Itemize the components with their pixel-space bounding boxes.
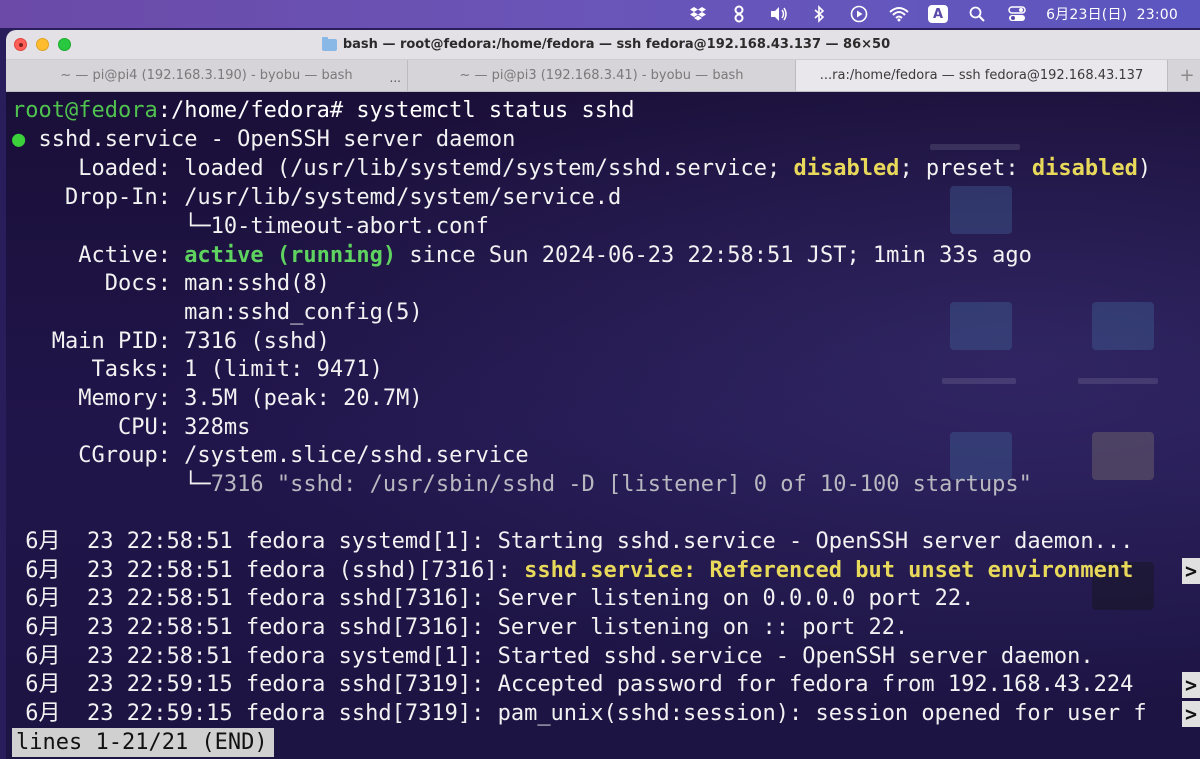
loaded-label: Loaded:: [12, 156, 185, 181]
tab-label: ~ — pi@pi4 (192.168.3.190) - byobu — bas…: [60, 68, 353, 83]
minimize-button[interactable]: [36, 38, 49, 51]
volume-icon[interactable]: [768, 5, 790, 23]
prompt-path: :/home/fedora: [157, 98, 330, 123]
tab-bar: ~ — pi@pi4 (192.168.3.190) - byobu — bas…: [6, 60, 1200, 92]
line-overflow-marker: >: [1182, 558, 1200, 584]
cpu-line: CPU: 328ms: [12, 415, 251, 440]
active-value: active (running): [184, 243, 397, 268]
line-overflow-marker: >: [1182, 672, 1200, 698]
gear-stack-icon[interactable]: [728, 5, 750, 23]
log-prefix: 6月 23 22:58:51 fedora (sshd)[7316]:: [12, 558, 525, 583]
log-line: 6月 23 22:58:51 fedora sshd[7316]: Server…: [12, 615, 909, 640]
mainpid-line: Main PID: 7316 (sshd): [12, 329, 330, 354]
menubar-clock[interactable]: 6月23日(日) 23:00: [1046, 4, 1178, 24]
desktop-label: [930, 144, 1020, 150]
loaded-mid: ; preset:: [899, 156, 1032, 181]
service-name: sshd.service - OpenSSH server daemon: [25, 127, 516, 152]
cgroup-line: CGroup: /system.slice/sshd.service: [12, 443, 529, 468]
loaded-disabled: disabled: [793, 156, 900, 181]
window-title: bash — root@fedora:/home/fedora — ssh fe…: [6, 36, 1200, 52]
active-label: Active:: [12, 243, 185, 268]
prompt-line: root@fedora:/home/fedora# systemctl stat…: [12, 96, 635, 125]
log-line: 6月 23 22:59:15 fedora sshd[7319]: pam_un…: [12, 701, 1147, 726]
log-warning: sshd.service: Referenced but unset envir…: [524, 558, 1134, 583]
menubar-time: 23:00: [1136, 7, 1178, 23]
menu-bar: A 6月23日(日) 23:00: [0, 0, 1200, 28]
service-line: ● sshd.service - OpenSSH server daemon: [12, 125, 515, 154]
docs-line: Docs: man:sshd(8): [12, 271, 330, 296]
desktop-folder-icon: [1092, 302, 1154, 350]
window-controls: [14, 38, 71, 51]
tab-fedora-active[interactable]: ...ra:/home/fedora — ssh fedora@192.168.…: [796, 60, 1168, 91]
cgroup-tree-glyph: └─: [12, 472, 211, 497]
active-rest: since Sun 2024-06-23 22:58:51 JST; 1min …: [396, 243, 1032, 268]
bluetooth-icon[interactable]: [808, 5, 830, 23]
new-tab-button[interactable]: +: [1168, 60, 1200, 91]
terminal-output[interactable]: root@fedora:/home/fedora# systemctl stat…: [6, 92, 1200, 759]
status-dot-icon: ●: [12, 127, 26, 152]
pager-status: lines 1-21/21 (END): [12, 728, 274, 757]
zoom-button[interactable]: [58, 38, 71, 51]
tasks-line: Tasks: 1 (limit: 9471): [12, 357, 383, 382]
prompt-command: # systemctl status sshd: [329, 98, 635, 123]
input-source-icon[interactable]: A: [928, 5, 949, 23]
log-line: 6月 23 22:58:51 fedora (sshd)[7316]: sshd…: [12, 556, 1133, 585]
loaded-end: ): [1137, 156, 1152, 181]
memory-line: Memory: 3.5M (peak: 20.7M): [12, 386, 423, 411]
cgroup-process: 7316 "sshd: /usr/sbin/sshd -D [listener]…: [210, 472, 1032, 497]
tab-pi4[interactable]: ~ — pi@pi4 (192.168.3.190) - byobu — bas…: [6, 60, 408, 91]
desktop-folder-icon: [950, 186, 1012, 234]
search-icon[interactable]: [966, 5, 988, 23]
tab-overflow-dots: ...: [389, 71, 401, 85]
folder-icon: [321, 36, 337, 51]
line-overflow-marker: >: [1182, 701, 1200, 727]
tab-label: ...ra:/home/fedora — ssh fedora@192.168.…: [819, 68, 1144, 83]
wifi-icon[interactable]: [888, 5, 910, 23]
title-bar[interactable]: bash — root@fedora:/home/fedora — ssh fe…: [6, 30, 1200, 60]
desktop-label: [942, 378, 1016, 384]
prompt-user: root@fedora: [12, 98, 158, 123]
control-center-icon[interactable]: [1006, 5, 1028, 23]
dropbox-icon[interactable]: [688, 5, 710, 23]
menubar-date: 6月23日(日): [1046, 7, 1128, 23]
play-icon[interactable]: [848, 5, 870, 23]
loaded-preset: disabled: [1031, 156, 1138, 181]
loaded-value: loaded (/usr/lib/systemd/system/sshd.ser…: [184, 156, 794, 181]
dropin-sub-line: └─10-timeout-abort.conf: [12, 214, 489, 239]
docs-line-2: man:sshd_config(5): [12, 300, 423, 325]
log-line: 6月 23 22:58:51 fedora sshd[7316]: Server…: [12, 586, 975, 611]
loaded-line: Loaded: loaded (/usr/lib/systemd/system/…: [12, 154, 1151, 183]
dropin-label: Drop-In:: [12, 185, 185, 210]
cgroup-sub-line: └─7316 "sshd: /usr/sbin/sshd -D [listene…: [12, 470, 1032, 499]
desktop-file-icon: [1092, 432, 1154, 480]
tab-label: ~ — pi@pi3 (192.168.3.41) - byobu — bash: [459, 68, 744, 83]
desktop-label: [1078, 378, 1158, 384]
log-line: 6月 23 22:58:51 fedora systemd[1]: Starte…: [12, 644, 1094, 669]
log-line: 6月 23 22:58:51 fedora systemd[1]: Starti…: [12, 529, 1134, 554]
desktop-folder-icon: [950, 302, 1012, 350]
dropin-line: Drop-In: /usr/lib/systemd/system/service…: [12, 183, 621, 212]
tab-pi3[interactable]: ~ — pi@pi3 (192.168.3.41) - byobu — bash: [408, 60, 796, 91]
terminal-window: bash — root@fedora:/home/fedora — ssh fe…: [6, 30, 1200, 759]
close-button[interactable]: [14, 38, 27, 51]
dropin-value: /usr/lib/systemd/system/service.d: [184, 185, 622, 210]
window-title-text: bash — root@fedora:/home/fedora — ssh fe…: [342, 37, 891, 52]
active-line: Active: active (running) since Sun 2024-…: [12, 241, 1032, 270]
log-line: 6月 23 22:59:15 fedora sshd[7319]: Accept…: [12, 672, 1134, 697]
